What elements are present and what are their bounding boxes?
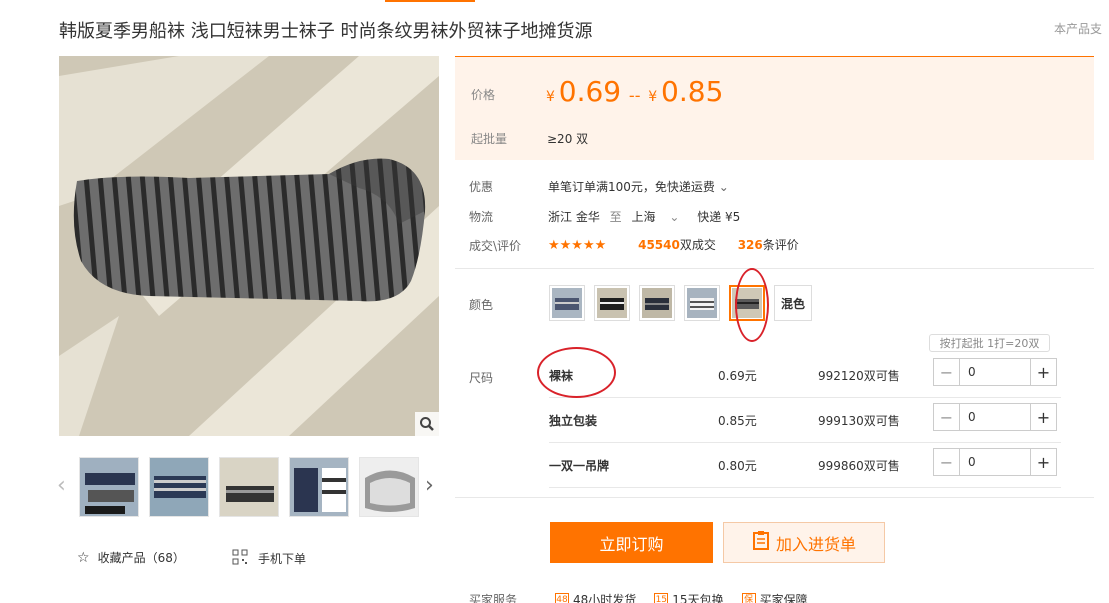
service-badge-icon: 保 bbox=[741, 592, 756, 603]
quantity-stepper: − 0 + bbox=[933, 403, 1057, 431]
decrement-button[interactable]: − bbox=[934, 449, 960, 475]
thumbnail-strip bbox=[79, 457, 419, 517]
top-accent-line bbox=[385, 0, 475, 2]
mobile-order[interactable]: 手机下单 bbox=[232, 549, 306, 568]
thumbnail-next-arrow-icon[interactable]: › bbox=[425, 473, 434, 498]
deals-label: 成交\评价 bbox=[469, 239, 522, 253]
quantity-input[interactable]: 0 bbox=[960, 359, 1030, 385]
service-badge-icon: 15 bbox=[654, 592, 669, 603]
color-swatches: 混色 bbox=[549, 285, 812, 321]
mobile-label: 手机下单 bbox=[258, 552, 307, 566]
size-row: 一双一吊牌 0.80元 999860双可售 − 0 + bbox=[549, 443, 1061, 488]
quantity-stepper: − 0 + bbox=[933, 448, 1057, 476]
product-title: 韩版夏季男船袜 浅口短袜男士袜子 时尚条纹男袜外贸袜子地摊货源 bbox=[59, 21, 593, 42]
clipboard-icon bbox=[752, 530, 770, 555]
color-option-mixed[interactable]: 混色 bbox=[774, 285, 812, 321]
thumbnail-1[interactable] bbox=[79, 457, 139, 517]
increment-button[interactable]: + bbox=[1030, 404, 1056, 430]
size-stock: 992120双可售 bbox=[818, 369, 900, 383]
thumbnail-2[interactable] bbox=[149, 457, 209, 517]
main-product-image[interactable] bbox=[59, 56, 439, 436]
increment-button[interactable]: + bbox=[1030, 359, 1056, 385]
moq-value: ≥20 双 bbox=[547, 132, 589, 146]
logistics-label: 物流 bbox=[469, 210, 494, 224]
rating-stars: ★★★★★ bbox=[548, 238, 607, 253]
promo-value[interactable]: 单笔订单满100元，免快递运费 ⌄ bbox=[548, 178, 729, 195]
size-price: 0.80元 bbox=[718, 459, 757, 473]
thumbnail-4[interactable] bbox=[289, 457, 349, 517]
color-option-4[interactable] bbox=[684, 285, 720, 321]
favorite-product[interactable]: ☆ 收藏产品（68） bbox=[77, 549, 185, 566]
logistics-value: 浙江 金华 至 上海 ⌄ 快递 ¥5 bbox=[548, 210, 741, 224]
ship-from: 浙江 金华 bbox=[548, 210, 600, 224]
size-stock: 999860双可售 bbox=[818, 459, 900, 473]
color-option-3[interactable] bbox=[639, 285, 675, 321]
price-range: ¥ 0.69 -- ¥ 0.85 bbox=[546, 75, 724, 108]
deals-value: ★★★★★ 45540双成交 326条评价 bbox=[548, 236, 799, 253]
thumbnail-5[interactable] bbox=[359, 457, 419, 517]
support-text: 本产品支 bbox=[1054, 22, 1103, 36]
services-label: 买家服务 bbox=[469, 593, 518, 603]
ship-to-select[interactable]: 上海 ⌄ bbox=[632, 210, 684, 224]
size-row: 独立包装 0.85元 999130双可售 − 0 + bbox=[549, 398, 1061, 443]
decrement-button[interactable]: − bbox=[934, 404, 960, 430]
price-panel: 价格 ¥ 0.69 -- ¥ 0.85 起批量 ≥20 双 bbox=[455, 56, 1094, 160]
chevron-down-icon: ⌄ bbox=[718, 180, 729, 194]
thumbnail-3[interactable] bbox=[219, 457, 279, 517]
divider bbox=[455, 268, 1094, 269]
size-name: 裸袜 bbox=[549, 369, 574, 383]
size-label: 尺码 bbox=[469, 371, 494, 385]
moq-label: 起批量 bbox=[471, 132, 508, 146]
price-min: 0.69 bbox=[558, 75, 622, 108]
buy-now-button[interactable]: 立即订购 bbox=[550, 522, 713, 563]
sold-count-link[interactable]: 45540双成交 bbox=[638, 238, 720, 252]
divider bbox=[455, 497, 1094, 498]
service-item[interactable]: 48 48小时发货 bbox=[555, 591, 636, 603]
size-name: 一双一吊牌 bbox=[549, 459, 610, 473]
thumbnail-prev-arrow-icon[interactable]: ‹ bbox=[57, 473, 66, 498]
add-to-cart-button[interactable]: 加入进货单 bbox=[723, 522, 885, 563]
price-label: 价格 bbox=[471, 88, 496, 102]
buyer-services: 买家服务 48 48小时发货 15 15天包换 保 买家保障 bbox=[469, 591, 818, 603]
decrement-button[interactable]: − bbox=[934, 359, 960, 385]
zoom-icon[interactable] bbox=[415, 412, 439, 436]
size-name: 独立包装 bbox=[549, 414, 598, 428]
quantity-stepper: − 0 + bbox=[933, 358, 1057, 386]
quantity-input[interactable]: 0 bbox=[960, 404, 1030, 430]
service-badge-icon: 48 bbox=[555, 592, 570, 603]
increment-button[interactable]: + bbox=[1030, 449, 1056, 475]
size-row: 裸袜 0.69元 992120双可售 − 0 + bbox=[549, 353, 1061, 398]
price-max: 0.85 bbox=[661, 75, 724, 108]
color-option-2[interactable] bbox=[594, 285, 630, 321]
size-stock: 999130双可售 bbox=[818, 414, 900, 428]
size-price: 0.69元 bbox=[718, 369, 757, 383]
promo-label: 优惠 bbox=[469, 180, 494, 194]
chevron-down-icon: ⌄ bbox=[669, 210, 680, 224]
color-option-1[interactable] bbox=[549, 285, 585, 321]
quantity-input[interactable]: 0 bbox=[960, 449, 1030, 475]
color-label: 颜色 bbox=[469, 298, 494, 312]
color-option-5-selected[interactable] bbox=[729, 285, 765, 321]
service-item[interactable]: 15 15天包换 bbox=[654, 591, 724, 603]
size-price: 0.85元 bbox=[718, 414, 757, 428]
batch-note: 按打起批 1打=20双 bbox=[929, 334, 1050, 352]
favorite-label: 收藏产品（68） bbox=[97, 551, 185, 565]
star-outline-icon: ☆ bbox=[77, 549, 90, 566]
review-count-link[interactable]: 326条评价 bbox=[738, 238, 799, 252]
shipping-method: 快递 ¥5 bbox=[697, 210, 741, 224]
sock-photo bbox=[59, 56, 439, 436]
qrcode-icon bbox=[232, 549, 248, 568]
service-item[interactable]: 保 买家保障 bbox=[741, 591, 808, 603]
